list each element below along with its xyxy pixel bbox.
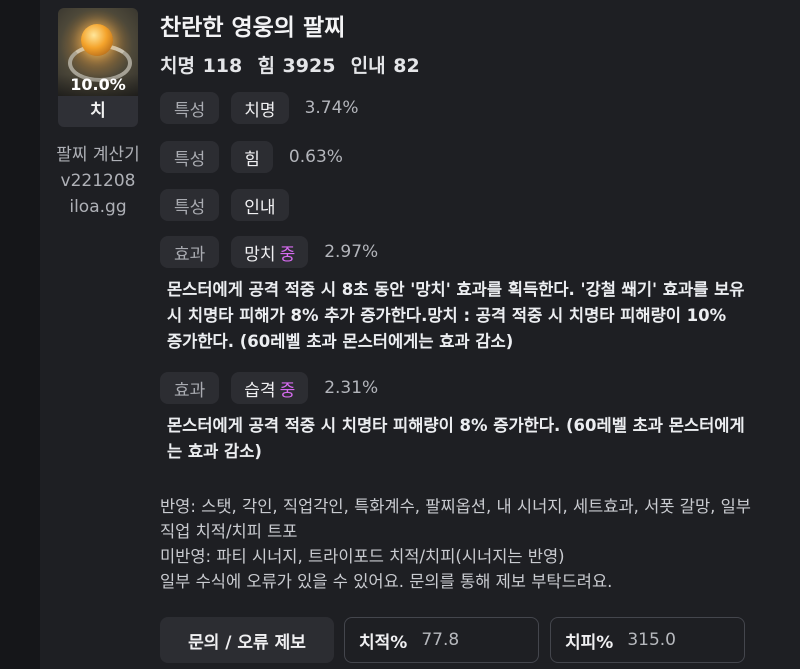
error-notice: 일부 수식에 오류가 있을 수 있어요. 문의를 통해 제보 부탁드려요. <box>160 572 613 591</box>
not-applied-note: 미반영: 파티 시너지, 트라이포드 치적/치피(시너지는 반영) <box>160 547 565 566</box>
crit-damage-label: 치피% <box>565 632 614 653</box>
effect-value: 2.31% <box>324 378 379 398</box>
effect-name-chip[interactable]: 망치 중 <box>231 236 309 268</box>
item-base-stats: 치명 118 힘 3925 인내 82 <box>160 55 420 77</box>
trait-name-chip[interactable]: 치명 <box>231 92 289 124</box>
crit-damage-value[interactable]: 315.0 <box>627 630 676 650</box>
effect-name-chip[interactable]: 습격 중 <box>231 372 309 404</box>
trait-type-chip: 특성 <box>160 141 220 173</box>
effect-value: 2.97% <box>324 242 379 262</box>
calculator-title: 팔찌 계산기 <box>56 145 140 165</box>
effect-grade: 중 <box>279 244 296 265</box>
effect-type-chip: 효과 <box>160 372 220 404</box>
calculator-info: 팔찌 계산기 v221208 iloa.gg <box>40 142 156 220</box>
bracelet-item-icon: 10.0% <box>58 8 138 96</box>
effect-description: 몬스터에게 공격 적중 시 8초 동안 '망치' 효과를 획득한다. '강철 쐐… <box>167 280 745 351</box>
trait-row: 특성 치명 3.74% <box>160 92 359 124</box>
trait-type-chip: 특성 <box>160 92 220 124</box>
crit-rate-field[interactable]: 치적% 77.8 <box>344 617 539 663</box>
calculator-site: iloa.gg <box>69 197 127 217</box>
trait-value: 3.74% <box>304 98 359 118</box>
stat-tag: 치 <box>58 96 138 127</box>
crit-damage-field[interactable]: 치피% 315.0 <box>550 617 745 663</box>
effect-row: 효과 망치 중 2.97% <box>160 236 378 268</box>
calculation-notes: 반영: 스탯, 각인, 직업각인, 특화계수, 팔찌옵션, 내 시너지, 세트효… <box>160 494 760 594</box>
bracelet-gem-graphic <box>81 24 113 56</box>
item-title: 찬란한 영웅의 팔찌 <box>160 15 346 41</box>
trait-name-chip[interactable]: 힘 <box>231 141 273 173</box>
calculator-version: v221208 <box>60 171 136 191</box>
effect-name: 습격 <box>244 380 276 401</box>
trait-row: 특성 인내 <box>160 189 305 221</box>
trait-name-chip[interactable]: 인내 <box>231 189 289 221</box>
effect-grade: 중 <box>279 380 296 401</box>
trait-type-chip: 특성 <box>160 189 220 221</box>
effect-row: 효과 습격 중 2.31% <box>160 372 378 404</box>
trait-row: 특성 힘 0.63% <box>160 141 343 173</box>
effect-type-chip: 효과 <box>160 236 220 268</box>
trait-value: 0.63% <box>288 147 343 167</box>
effect-name: 망치 <box>244 244 276 265</box>
crit-rate-label: 치적% <box>359 632 408 653</box>
icon-percent-label: 10.0% <box>58 74 138 96</box>
effect-description: 몬스터에게 공격 적중 시 치명타 피해량이 8% 증가한다. (60레벨 초과… <box>167 416 745 461</box>
crit-rate-value[interactable]: 77.8 <box>421 630 459 650</box>
report-error-button[interactable]: 문의 / 오류 제보 <box>160 617 334 663</box>
applied-note: 반영: 스탯, 각인, 직업각인, 특화계수, 팔찌옵션, 내 시너지, 세트효… <box>160 497 751 541</box>
